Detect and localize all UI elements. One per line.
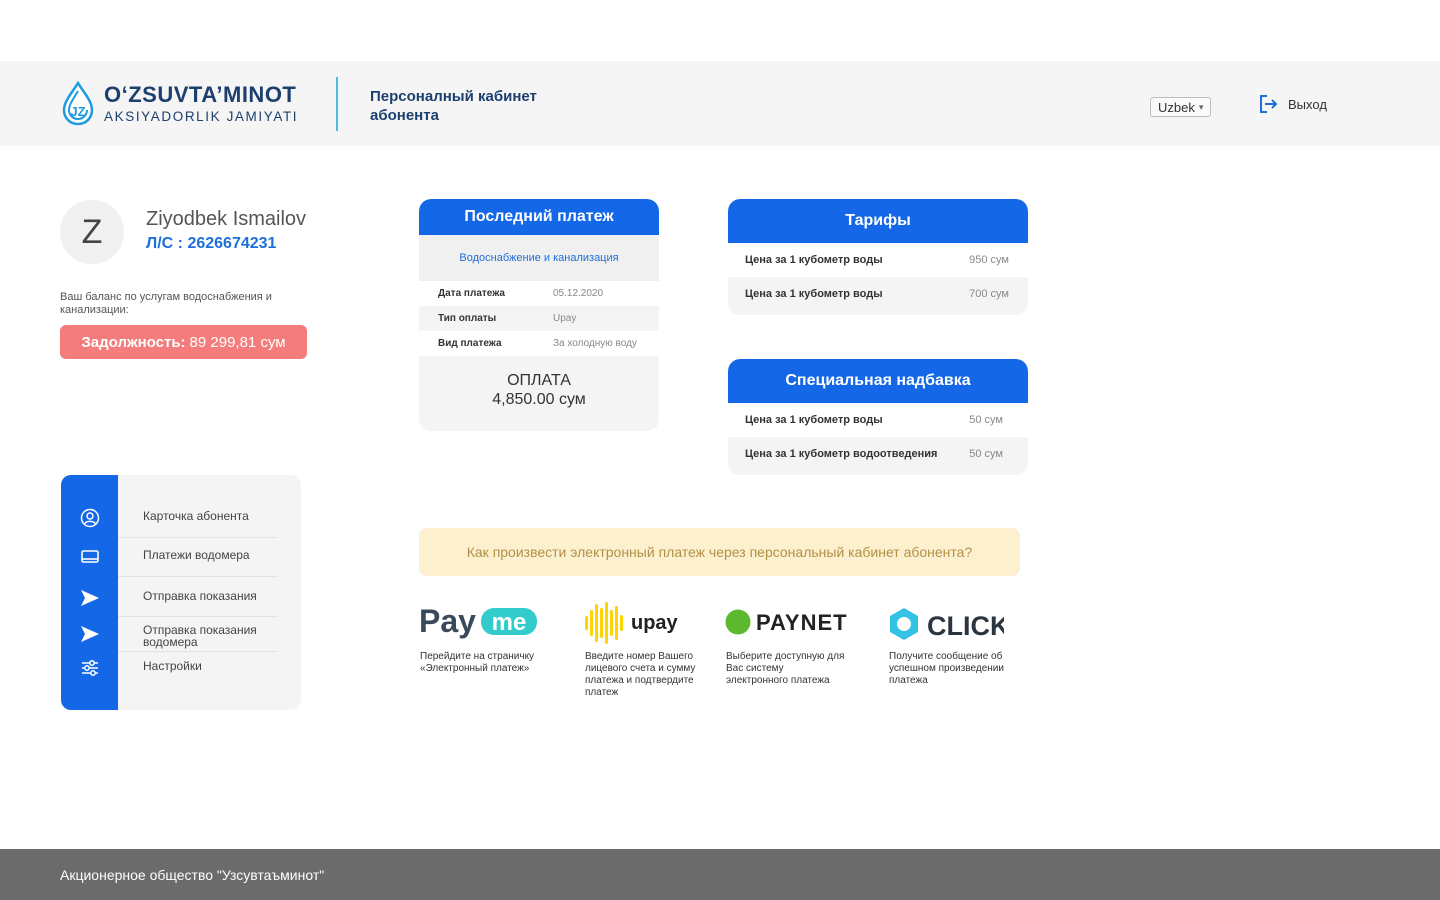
menu-divider <box>118 576 278 577</box>
header: JZ O‘ZSUVTA’MINOT AKSIYADORLIK JAMIYATI … <box>0 61 1440 146</box>
payment-row: Дата платежа 05.12.2020 <box>419 281 659 306</box>
upay-logo[interactable]: upay <box>584 602 684 644</box>
menu-item-meter-payments[interactable]: Платежи водомера <box>61 541 301 571</box>
last-payment-card: Последний платеж Водоснабжение и канализ… <box>419 199 659 431</box>
upay-logo-text: upay <box>631 612 679 634</box>
language-select[interactable]: Uzbek ▾ <box>1150 97 1212 117</box>
payme-logo-icon: Pay me <box>419 603 537 639</box>
payment-row-value: За холодную воду <box>553 338 637 349</box>
surcharge-card: Специальная надбавка Цена за 1 кубометр … <box>728 359 1028 475</box>
menu-item-send-readings[interactable]: Отправка показания <box>61 582 301 612</box>
surcharge-row-key: Цена за 1 кубометр воды <box>745 414 883 426</box>
surcharge-title: Специальная надбавка <box>728 359 1028 403</box>
balance-label: Ваш баланс по услугам водоснабжения и ка… <box>60 291 272 316</box>
payment-info-banner[interactable]: Как произвести электронный платеж через … <box>419 528 1020 576</box>
user-name: Ziyodbek Ismailov <box>146 208 307 230</box>
header-divider <box>336 77 338 131</box>
debt-label: Задолжность: <box>81 333 186 351</box>
side-menu: Карточка абонента Платежи водомера Отпра… <box>61 475 301 710</box>
upay-logo-icon: upay <box>585 602 679 644</box>
tariff-row-key: Цена за 1 кубометр воды <box>745 254 883 266</box>
tariff-row: Цена за 1 кубометр воды 950 сум <box>728 243 1028 277</box>
send-icon <box>81 626 99 642</box>
menu-item-settings[interactable]: Настройки <box>61 652 301 682</box>
payment-row-key: Тип оплаты <box>438 313 497 324</box>
logout-icon <box>1260 95 1278 113</box>
monitor-icon <box>81 550 99 563</box>
tariffs-card: Тарифы Цена за 1 кубометр воды 950 сум Ц… <box>728 199 1028 315</box>
menu-item-label: Отправка показания <box>143 589 257 603</box>
payment-total: ОПЛАТА 4,850.00 сум <box>419 371 659 409</box>
send-icon <box>81 590 99 606</box>
debt-badge: Задолжность: 89 299,81 сум <box>60 325 307 359</box>
footer: Акционерное общество "Узсувтаъминот" <box>0 849 1440 900</box>
surcharge-row: Цена за 1 кубометр водоотведения 50 сум <box>728 437 1028 471</box>
footer-text: Акционерное общество "Узсувтаъминот" <box>60 867 325 883</box>
logout-button[interactable]: Выход <box>1258 94 1327 114</box>
surcharge-row-value: 50 сум <box>969 414 1003 426</box>
menu-item-label: Отправка показания водомера <box>143 623 257 649</box>
menu-item-label: Карточка абонента <box>143 509 249 523</box>
debt-value: 89 299,81 сум <box>189 333 286 351</box>
menu-divider <box>118 616 278 617</box>
company-logo[interactable]: JZ O‘ZSUVTA’MINOT AKSIYADORLIK JAMIYATI <box>60 81 298 127</box>
click-logo[interactable]: CLICK <box>888 607 1010 641</box>
payment-total-label: ОПЛАТА <box>507 372 571 389</box>
tariff-row: Цена за 1 кубометр воды 700 сум <box>728 277 1028 311</box>
tariff-row-key: Цена за 1 кубометр воды <box>745 288 883 300</box>
payme-logo-text-a: Pay <box>419 604 476 639</box>
page-title: Персоналный кабинет абонента <box>370 88 537 124</box>
svg-text:JZ: JZ <box>70 104 85 119</box>
sliders-icon <box>82 660 98 676</box>
service-link[interactable]: Водоснабжение и канализация <box>419 235 659 281</box>
payme-logo[interactable]: Pay me <box>419 603 539 640</box>
paynet-logo-text: PAYNET <box>756 610 848 635</box>
payment-row-key: Вид платежа <box>438 338 502 349</box>
menu-divider <box>118 537 278 538</box>
payment-row-value: Upay <box>553 313 577 324</box>
account-number: Л/С : 2626674231 <box>146 235 277 252</box>
language-value: Uzbek <box>1158 99 1195 115</box>
tariffs-title: Тарифы <box>728 199 1028 243</box>
payment-total-value: 4,850.00 сум <box>492 391 586 408</box>
upay-description: Введите номер Вашего лицевого счета и су… <box>585 651 696 698</box>
water-drop-logo-icon: JZ <box>62 81 94 126</box>
tariff-row-value: 950 сум <box>969 254 1009 266</box>
click-logo-text: CLICK <box>927 611 1004 641</box>
payment-row-value: 05.12.2020 <box>553 288 604 299</box>
last-payment-title: Последний платеж <box>419 199 659 235</box>
payme-description: Перейдите на страничку «Электронный плат… <box>420 651 535 674</box>
menu-item-label: Платежи водомера <box>143 548 250 562</box>
payment-row-key: Дата платежа <box>438 288 505 299</box>
logo-title: O‘ZSUVTA’MINOT <box>104 82 297 107</box>
surcharge-row: Цена за 1 кубометр воды 50 сум <box>728 403 1028 437</box>
payme-logo-text-b: me <box>492 609 527 636</box>
menu-item-send-meter-readings[interactable]: Отправка показания водомера <box>61 619 301 653</box>
paynet-description: Выберите доступную для Вас систему элект… <box>726 651 845 686</box>
click-logo-icon: CLICK <box>890 608 1010 641</box>
logo-text: O‘ZSUVTA’MINOT AKSIYADORLIK JAMIYATI <box>104 83 298 125</box>
surcharge-row-value: 50 сум <box>969 448 1003 460</box>
chevron-down-icon: ▾ <box>1198 101 1204 112</box>
surcharge-row-key: Цена за 1 кубометр водоотведения <box>745 448 938 460</box>
click-description: Получите сообщение об успешном произведе… <box>889 651 1004 686</box>
avatar: Z <box>60 200 124 264</box>
payment-row: Тип оплаты Upay <box>419 306 659 331</box>
logo-subtitle: AKSIYADORLIK JAMIYATI <box>104 109 299 124</box>
menu-item-label: Настройки <box>143 659 202 673</box>
paynet-logo[interactable]: PAYNET <box>725 608 855 636</box>
tariff-row-value: 700 сум <box>969 288 1009 300</box>
menu-item-subscriber-card[interactable]: Карточка абонента <box>61 502 301 532</box>
paynet-logo-icon: PAYNET <box>725 609 848 635</box>
user-circle-icon <box>80 508 100 528</box>
logout-label: Выход <box>1288 96 1327 112</box>
payment-row: Вид платежа За холодную воду <box>419 331 659 356</box>
